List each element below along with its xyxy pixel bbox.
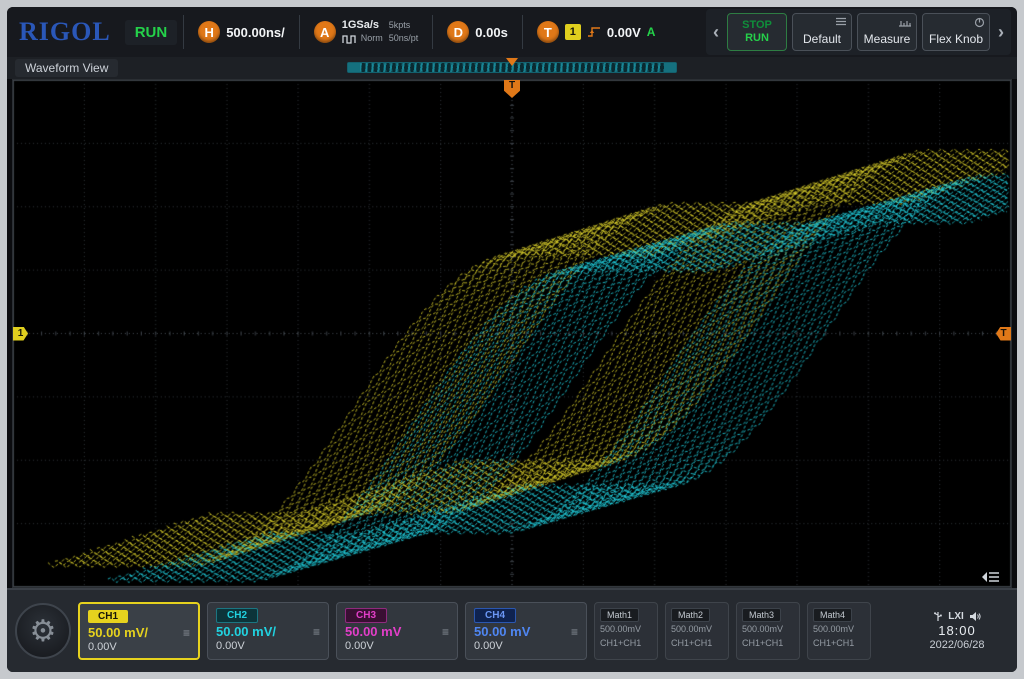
channel-box-ch2[interactable]: CH2 50.00 mV/ ≡ 0.00V (207, 602, 329, 660)
chevron-right-icon[interactable]: › (995, 22, 1007, 43)
memory-depth: 5kpts (389, 19, 419, 32)
ch2-offset: 0.00V (216, 640, 320, 652)
ch1-scale: 50.00 mV/ (88, 625, 148, 640)
sample-rate: 1GSa/s (342, 19, 383, 32)
divider (522, 15, 523, 49)
run-status-badge[interactable]: RUN (125, 20, 178, 45)
lxi-label: LXI (948, 611, 964, 622)
sub-bar: Waveform View (7, 57, 1017, 79)
trigger-badge-icon: T (537, 21, 559, 43)
flex-knob-button[interactable]: Flex Knob (922, 13, 990, 51)
status-panel[interactable]: LXI 18:00 2022/06/28 (905, 602, 1009, 660)
memory-depth-column: 5kpts 50ns/pt (389, 19, 419, 44)
scope-canvas[interactable] (13, 80, 1011, 587)
math3-scale: 500.00mV (742, 623, 794, 637)
acquire-group[interactable]: A 1GSa/s Norm 5kpts 50ns/pt (306, 12, 427, 52)
sample-resolution: 50ns/pt (389, 32, 419, 45)
channel-tab-ch3[interactable]: CH3 (345, 608, 387, 623)
delay-group[interactable]: D 0.00s (439, 12, 516, 52)
chevron-left-icon[interactable]: ‹ (710, 22, 722, 43)
waveform-display[interactable]: T 1 T (12, 79, 1012, 588)
ch3-scale: 50.00 mV (345, 624, 401, 639)
math3-source: CH1+CH1 (742, 637, 794, 651)
math4-scale: 500.00mV (813, 623, 865, 637)
bottom-bar: ⚙ CH1 50.00 mV/ ≡ 0.00V CH2 50.00 mV/ ≡ … (7, 588, 1017, 672)
math2-source: CH1+CH1 (671, 637, 723, 651)
math4-tab[interactable]: Math4 (813, 608, 852, 622)
ch1-offset: 0.00V (88, 641, 190, 653)
delay-badge-icon: D (447, 21, 469, 43)
measure-button[interactable]: Measure (857, 13, 917, 51)
ch2-menu-icon[interactable]: ≡ (313, 625, 320, 639)
nav-trigger-marker-icon[interactable] (506, 58, 518, 72)
stop-run-button[interactable]: STOP RUN (727, 13, 787, 51)
status-icons-row: LXI (933, 611, 981, 622)
ch3-menu-icon[interactable]: ≡ (442, 625, 449, 639)
trigger-status: A (647, 25, 656, 39)
run-label: RUN (745, 32, 769, 45)
math2-tab[interactable]: Math2 (671, 608, 710, 622)
ch2-scale: 50.00 mV/ (216, 624, 276, 639)
flex-knob-label: Flex Knob (929, 32, 983, 46)
acquire-main-column: 1GSa/s Norm (342, 19, 383, 45)
ch4-menu-icon[interactable]: ≡ (571, 625, 578, 639)
math-box-2[interactable]: Math2 500.00mV CH1+CH1 (665, 602, 729, 660)
clock-date: 2022/06/28 (929, 639, 984, 651)
channel-box-ch1[interactable]: CH1 50.00 mV/ ≡ 0.00V (78, 602, 200, 660)
math1-source: CH1+CH1 (600, 637, 652, 651)
channel-tab-ch1[interactable]: CH1 (88, 610, 128, 623)
math3-tab[interactable]: Math3 (742, 608, 781, 622)
math-box-4[interactable]: Math4 500.00mV CH1+CH1 (807, 602, 871, 660)
default-icon (835, 17, 847, 26)
horizontal-badge-icon: H (198, 21, 220, 43)
knob-icon (974, 17, 985, 28)
trigger-source-badge: 1 (565, 24, 581, 40)
divider (183, 15, 184, 49)
ch1-menu-icon[interactable]: ≡ (183, 626, 190, 640)
math2-scale: 500.00mV (671, 623, 723, 637)
trigger-slope-icon (587, 25, 601, 39)
default-label: Default (803, 32, 841, 46)
horizontal-group[interactable]: H 500.00ns/ (190, 12, 293, 52)
math-box-1[interactable]: Math1 500.00mV CH1+CH1 (594, 602, 658, 660)
channel-tab-ch4[interactable]: CH4 (474, 608, 516, 623)
math1-scale: 500.00mV (600, 623, 652, 637)
channel-box-ch4[interactable]: CH4 50.00 mV ≡ 0.00V (465, 602, 587, 660)
ch3-offset: 0.00V (345, 640, 449, 652)
stop-label: STOP (742, 19, 772, 32)
channel-tab-ch2[interactable]: CH2 (216, 608, 258, 623)
settings-knob-icon[interactable]: ⚙ (15, 603, 71, 659)
square-wave-icon (342, 33, 358, 45)
collapse-menu-icon[interactable] (981, 571, 1001, 583)
trigger-level-value: 0.00V (607, 25, 641, 40)
default-button[interactable]: Default (792, 13, 852, 51)
usb-icon (933, 611, 943, 622)
trigger-group[interactable]: T 1 0.00V A (529, 12, 664, 52)
acquire-badge-icon: A (314, 21, 336, 43)
oscilloscope-app: RIGOL RUN H 500.00ns/ A 1GSa/s Norm 5kpt… (7, 7, 1017, 672)
delay-value: 0.00s (475, 25, 508, 40)
math1-tab[interactable]: Math1 (600, 608, 639, 622)
math-box-3[interactable]: Math3 500.00mV CH1+CH1 (736, 602, 800, 660)
math4-source: CH1+CH1 (813, 637, 865, 651)
clock-time: 18:00 (938, 623, 976, 638)
ch4-offset: 0.00V (474, 640, 578, 652)
divider (432, 15, 433, 49)
waveform-view-tab[interactable]: Waveform View (15, 59, 118, 77)
rigol-logo: RIGOL (13, 17, 119, 47)
top-bar: RIGOL RUN H 500.00ns/ A 1GSa/s Norm 5kpt… (7, 7, 1017, 57)
header-button-cluster: ‹ STOP RUN Default Measure (706, 9, 1011, 55)
acquire-mode: Norm (361, 32, 383, 45)
speaker-icon (969, 611, 981, 622)
timebase-value: 500.00ns/ (226, 25, 285, 40)
measure-icon (898, 17, 912, 27)
divider (299, 15, 300, 49)
ch4-scale: 50.00 mV (474, 624, 530, 639)
channel-box-ch3[interactable]: CH3 50.00 mV ≡ 0.00V (336, 602, 458, 660)
measure-label: Measure (864, 32, 911, 46)
